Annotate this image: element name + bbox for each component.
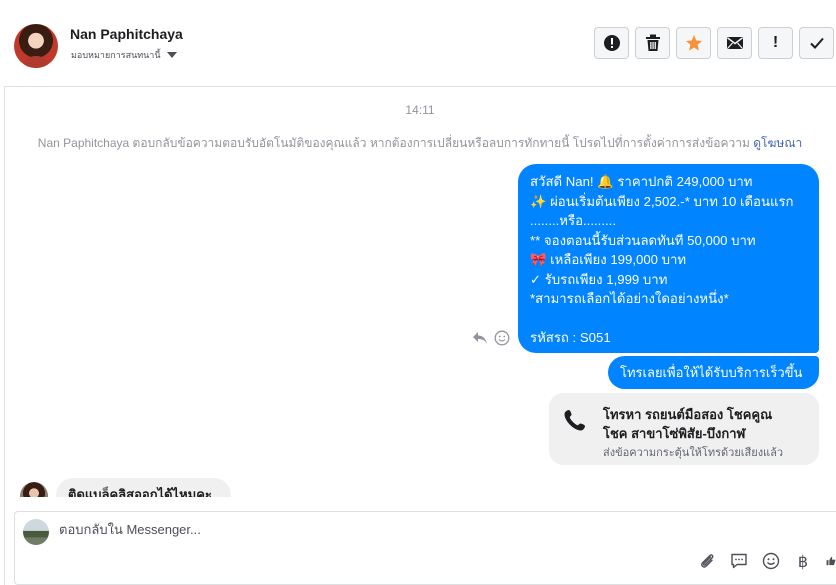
envelope-icon <box>726 37 743 49</box>
message-line: ✓ รับรถเพียง 1,999 บาท <box>530 271 668 287</box>
chevron-down-icon <box>166 52 177 58</box>
outgoing-message-bubble[interactable]: สวัสดี Nan! 🔔 ราคาปกติ 249,000 บาท ✨ ผ่อ… <box>518 164 819 353</box>
mark-unread-button[interactable] <box>717 27 752 59</box>
contact-avatar[interactable] <box>14 24 58 68</box>
composer-toolbar: ฿ <box>698 551 836 571</box>
emoji-icon[interactable] <box>494 330 510 346</box>
message-line: ........หรือ......... <box>530 213 616 228</box>
system-message-text: Nan Paphitchaya ตอบกลับข้อความตอบรับอัตโ… <box>37 136 750 150</box>
timestamp: 14:11 <box>405 103 435 117</box>
message-line-blank <box>530 309 807 329</box>
check-icon <box>809 37 824 49</box>
message-actions <box>472 330 510 346</box>
contact-name[interactable]: Nan Paphitchaya <box>70 26 183 42</box>
emoji-icon <box>762 552 780 570</box>
reply-icon[interactable] <box>472 331 488 345</box>
reply-input[interactable] <box>59 522 659 537</box>
emoji-button[interactable] <box>762 552 780 570</box>
alert-icon <box>603 35 620 51</box>
view-ad-link[interactable]: ดูโฆษณา <box>753 136 802 150</box>
trash-icon <box>645 34 660 51</box>
call-card-title: โทรหา รถยนต์มือสอง โชคคูณ <box>603 407 773 422</box>
exclamation-icon: ! <box>772 34 779 51</box>
call-card[interactable]: โทรหา รถยนต์มือสอง โชคคูณ โชค สาขาโซ่พิส… <box>549 393 819 465</box>
star-icon <box>685 35 702 51</box>
attach-button[interactable] <box>698 552 716 570</box>
message-line: 🎀 เหลือเพียง 199,000 บาท <box>530 252 687 267</box>
message-thread[interactable]: 14:11 Nan Paphitchaya ตอบกลับข้อความตอบร… <box>4 87 836 497</box>
baht-icon: ฿ <box>797 551 809 571</box>
call-card-subtitle: ส่งข้อความกระตุ้นให้โทรด้วยเสียงแล้ว <box>603 447 784 459</box>
contact-avatar-small <box>20 482 48 497</box>
reply-composer: ฿ <box>14 511 836 585</box>
flag-button[interactable]: ! <box>758 27 793 59</box>
message-line: สวัสดี Nan! 🔔 ราคาปกติ 249,000 บาท <box>530 174 753 189</box>
star-button[interactable] <box>676 27 711 59</box>
payment-button[interactable]: ฿ <box>794 551 812 571</box>
report-spam-button[interactable] <box>594 27 629 59</box>
page-avatar <box>23 519 49 545</box>
outgoing-call-prompt[interactable]: โทรเลยเพื่อให้ได้รับบริการเร็วขึ้น <box>608 356 819 389</box>
message-line: *สามารถเลือกได้อย่างใดอย่างหนึ่ง* <box>530 291 729 306</box>
delete-button[interactable] <box>635 27 670 59</box>
like-icon <box>826 556 836 566</box>
message-line: ** จองตอนนี้รับส่วนลดทันที 50,000 บาท <box>530 232 756 248</box>
conversation-header: Nan Paphitchaya มอบหมายการสนทนานี้ ! <box>4 4 836 87</box>
phone-icon <box>564 410 585 431</box>
message-line: รหัสรถ : S051 <box>530 330 611 345</box>
saved-replies-button[interactable] <box>730 552 748 570</box>
incoming-message-bubble[interactable]: ติดแบล็คลิสออกได้ไหมคะ <box>56 478 231 497</box>
call-card-title-2: โชค สาขาโซ่พิสัย-บึงกาฬ <box>603 426 746 441</box>
message-line: ✨ ผ่อนเริ่มต้นเพียง 2,502.-* บาท 10 เดือ… <box>530 193 794 209</box>
assign-label: มอบหมายการสนทนานี้ <box>71 50 161 60</box>
assign-conversation-dropdown[interactable]: มอบหมายการสนทนานี้ <box>71 48 177 62</box>
like-button[interactable] <box>826 552 836 570</box>
paperclip-icon <box>701 554 714 568</box>
system-message: Nan Paphitchaya ตอบกลับข้อความตอบรับอัตโ… <box>4 134 836 153</box>
conversation-toolbar: ! <box>594 27 834 59</box>
mark-done-button[interactable] <box>799 27 834 59</box>
saved-reply-icon <box>731 553 747 569</box>
